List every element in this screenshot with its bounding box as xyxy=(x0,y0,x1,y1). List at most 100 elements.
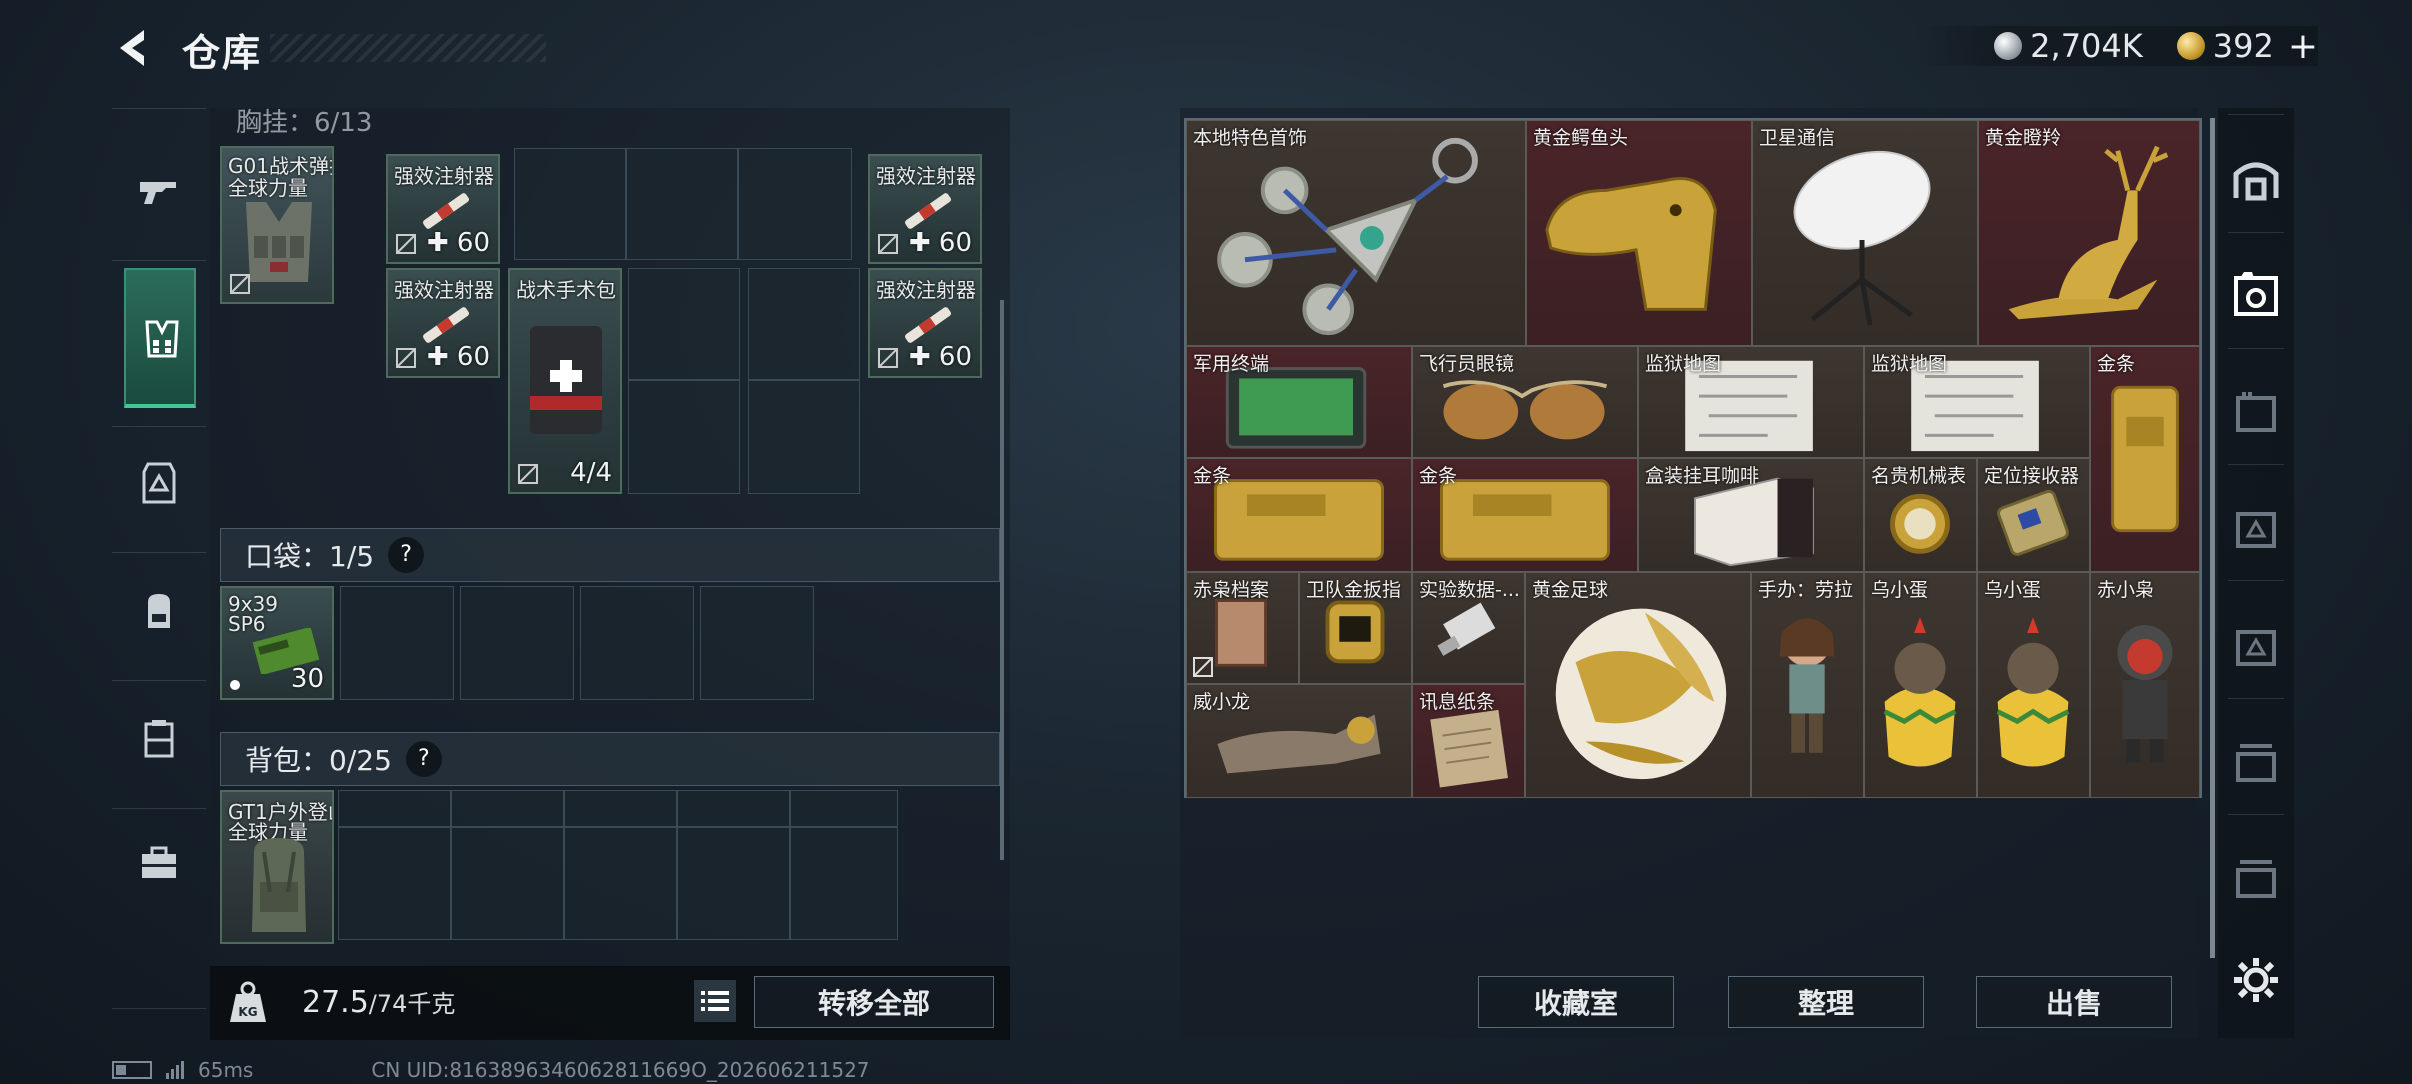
grid-item[interactable]: 威小龙 xyxy=(1186,684,1412,798)
medkit-item[interactable]: 战术手术包 4/4 xyxy=(508,268,622,494)
item-name: 卫星通信 xyxy=(1759,127,1836,149)
settings-gear-icon[interactable] xyxy=(2232,956,2280,1004)
grid-item[interactable]: 赤枭档案 xyxy=(1186,572,1299,684)
rig-item-brand: 全球力量 xyxy=(228,176,308,200)
ammo-count: 30 xyxy=(290,664,324,694)
pocket-help-icon[interactable]: ? xyxy=(388,537,425,573)
stash-tab-5-icon[interactable] xyxy=(2226,732,2286,792)
transfer-all-button[interactable]: 转移全部 xyxy=(754,976,994,1028)
empty-slot[interactable] xyxy=(700,586,814,700)
grid-item[interactable]: 名贵机械表 xyxy=(1864,458,1977,572)
item-name: 实验数据-... xyxy=(1419,579,1520,601)
bind-lock-icon xyxy=(518,464,538,484)
grid-item[interactable]: 监狱地图 xyxy=(1638,346,1864,458)
backpack-item-gt1[interactable]: GT1户外登山包 全球力量 xyxy=(220,790,334,944)
item-name: 监狱地图 xyxy=(1871,353,1948,375)
item-name: 黄金鳄鱼头 xyxy=(1533,127,1629,149)
backpack-help-icon[interactable]: ? xyxy=(405,741,442,777)
sort-button[interactable]: 整理 xyxy=(1728,976,1924,1028)
grid-item[interactable]: 金条 xyxy=(1186,458,1412,572)
empty-slot[interactable] xyxy=(514,148,626,260)
grid-item[interactable]: 卫星通信 xyxy=(1752,120,1978,346)
injector-item[interactable]: 强效注射器 ✚ 60 xyxy=(386,154,500,264)
page-title: 仓库 xyxy=(182,31,263,75)
item-name: 手办：劳拉 xyxy=(1758,579,1854,601)
back-arrow-icon[interactable] xyxy=(112,26,156,70)
item-name: 赤枭档案 xyxy=(1193,579,1270,601)
battery-icon xyxy=(112,1061,152,1079)
grid-item[interactable]: 乌小蛋 xyxy=(1864,572,1977,798)
bind-lock-icon xyxy=(396,234,416,254)
item-name: 讯息纸条 xyxy=(1419,691,1496,713)
grid-item[interactable]: 黄金鳄鱼头 xyxy=(1526,120,1752,346)
collection-room-button[interactable]: 收藏室 xyxy=(1478,976,1674,1028)
empty-slot[interactable] xyxy=(748,380,860,494)
grid-item[interactable]: 定位接收器 xyxy=(1977,458,2090,572)
item-name: 乌小蛋 xyxy=(1871,579,1929,601)
stash-tabs-nav xyxy=(2218,108,2294,1038)
right-scrollbar[interactable] xyxy=(2210,118,2215,958)
stash-tab-2-icon[interactable] xyxy=(2226,382,2286,442)
grid-item[interactable]: 手办：劳拉 xyxy=(1751,572,1864,798)
injector-item[interactable]: 强效注射器 ✚ 60 xyxy=(386,268,500,378)
injector-item[interactable]: 强效注射器 ✚ 60 xyxy=(868,154,982,264)
injector-name: 强效注射器 xyxy=(876,164,976,188)
list-view-button[interactable] xyxy=(694,980,736,1022)
sell-button[interactable]: 出售 xyxy=(1976,976,2172,1028)
grid-item[interactable]: 赤小枭 xyxy=(2090,572,2200,798)
injector-count: ✚ 60 xyxy=(426,342,490,372)
grid-item[interactable]: 本地特色首饰 xyxy=(1186,120,1526,346)
rig-item-g01[interactable]: G01战术弹挂 全球力量 xyxy=(220,146,334,304)
grid-item[interactable]: 盒装挂耳咖啡 xyxy=(1638,458,1864,572)
left-scrollbar[interactable] xyxy=(1000,300,1004,860)
empty-slot[interactable] xyxy=(340,586,454,700)
empty-slot[interactable] xyxy=(626,148,738,260)
pocket-header: 口袋：1/5? xyxy=(220,528,1000,582)
grid-item[interactable]: 卫队金扳指 xyxy=(1299,572,1412,684)
item-name: 金条 xyxy=(1419,465,1458,487)
gold-coin-icon xyxy=(2176,32,2205,60)
item-name: 飞行员眼镜 xyxy=(1419,353,1515,375)
grid-item[interactable]: 金条 xyxy=(1412,458,1638,572)
weapon-category-icon[interactable] xyxy=(126,158,192,224)
item-name: 金条 xyxy=(2097,353,2136,375)
injector-item[interactable]: 强效注射器 ✚ 60 xyxy=(868,268,982,378)
backpack-grid[interactable] xyxy=(338,790,898,940)
bind-lock-icon xyxy=(230,274,250,294)
stash-tab-6-icon[interactable] xyxy=(2226,848,2286,908)
grid-item[interactable]: 乌小蛋 xyxy=(1977,572,2090,798)
grid-item[interactable]: 黄金足球 xyxy=(1525,572,1751,798)
uid: CN UID:8163896346062811669O_202606211527 xyxy=(371,1058,870,1082)
empty-slot[interactable] xyxy=(460,586,574,700)
medkit-count: 4/4 xyxy=(570,458,612,488)
empty-slot[interactable] xyxy=(748,268,860,380)
grid-item[interactable]: 黄金瞪羚 xyxy=(1978,120,2200,346)
empty-slot[interactable] xyxy=(580,586,694,700)
add-currency-button[interactable]: + xyxy=(2288,26,2318,67)
grid-item[interactable]: 金条 xyxy=(2090,346,2200,572)
backpack-category-icon[interactable] xyxy=(126,578,192,644)
toolbox-category-icon[interactable] xyxy=(126,830,192,896)
currency-bar: 2,704K 392 + xyxy=(1914,26,2318,67)
bind-lock-icon xyxy=(396,348,416,368)
stash-tab-3-icon[interactable] xyxy=(2226,498,2286,558)
rig-category-tab-active[interactable] xyxy=(124,268,196,408)
item-name: 乌小蛋 xyxy=(1984,579,2042,601)
empty-slot[interactable] xyxy=(628,268,740,380)
stash-tab-1-icon-active[interactable] xyxy=(2226,266,2286,326)
armor-category-icon[interactable] xyxy=(126,450,192,516)
stash-home-tab-icon[interactable] xyxy=(2226,150,2286,210)
status-bar: 65ms CN UID:8163896346062811669O_2026062… xyxy=(112,1058,870,1082)
item-name: 定位接收器 xyxy=(1984,465,2080,487)
empty-slot[interactable] xyxy=(628,380,740,494)
ammo-item[interactable]: 9x39 SP6 30 xyxy=(220,586,334,700)
container-category-icon[interactable] xyxy=(126,706,192,772)
vest-icon xyxy=(145,320,179,358)
grid-item[interactable]: 实验数据-... xyxy=(1412,572,1525,684)
stash-tab-4-icon[interactable] xyxy=(2226,616,2286,676)
empty-slot[interactable] xyxy=(738,148,852,260)
grid-item[interactable]: 军用终端 xyxy=(1186,346,1412,458)
grid-item[interactable]: 讯息纸条 xyxy=(1412,684,1525,798)
grid-item[interactable]: 监狱地图 xyxy=(1864,346,2090,458)
grid-item[interactable]: 飞行员眼镜 xyxy=(1412,346,1638,458)
